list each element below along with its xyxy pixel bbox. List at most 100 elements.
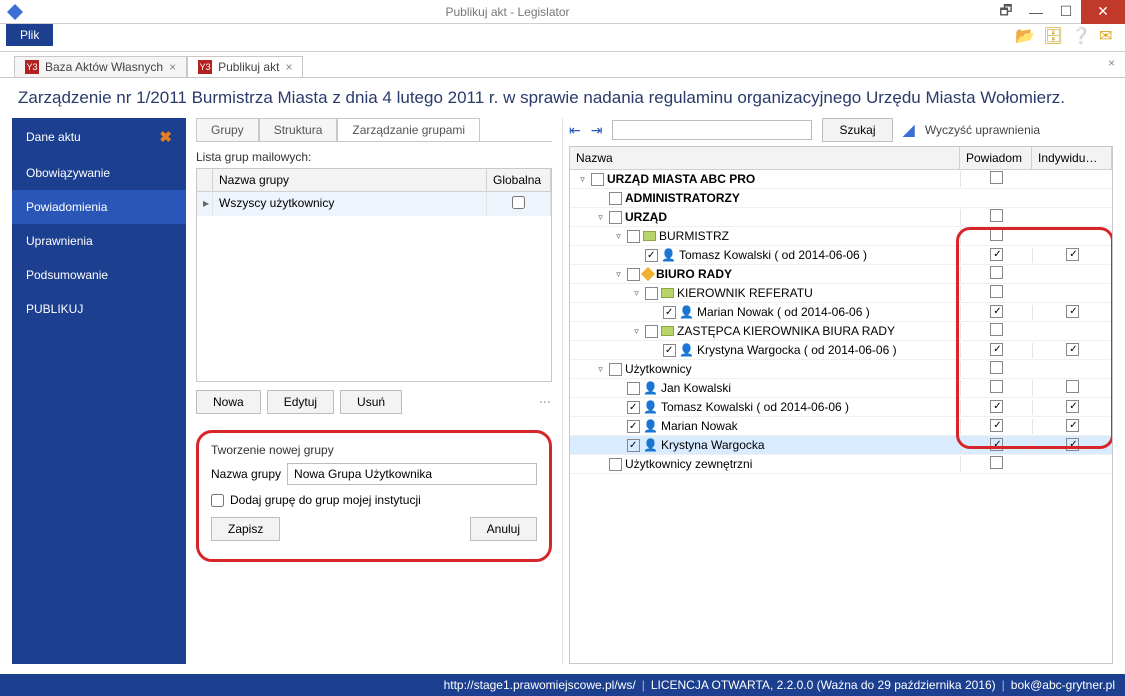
tree-search-button[interactable]: Szukaj [822, 118, 892, 142]
collapse-all-icon[interactable]: ⇤ [569, 122, 581, 139]
tab-close-icon[interactable]: × [285, 60, 292, 74]
eraser-icon[interactable]: ◢ [903, 120, 915, 140]
menu-plik[interactable]: Plik [6, 24, 53, 46]
edit-group-button[interactable]: Edytuj [267, 390, 334, 414]
toolbar-mail-icon[interactable]: ✉ [1099, 26, 1117, 44]
tab-publikuj-akt[interactable]: Y3 Publikuj akt × [187, 56, 303, 77]
window-maximize-icon[interactable]: ☐ [1051, 0, 1081, 24]
tree-row-checkbox[interactable] [609, 211, 622, 224]
toolbar-archive-icon[interactable]: 🗄 [1043, 26, 1061, 44]
sidebar-item-uprawnienia[interactable]: Uprawnienia [12, 224, 186, 258]
subtab-struktura[interactable]: Struktura [259, 118, 338, 141]
save-group-button[interactable]: Zapisz [211, 517, 280, 541]
tree-row-checkbox[interactable] [627, 382, 640, 395]
tree-col-name[interactable]: Nazwa [570, 147, 960, 169]
add-to-institution-checkbox[interactable] [211, 494, 224, 507]
expander-icon[interactable]: ▿ [631, 288, 642, 299]
tree-row[interactable]: 👤Marian Nowak ( od 2014-06-06 ) [570, 303, 1112, 322]
tree-row[interactable]: Użytkownicy zewnętrzni [570, 455, 1112, 474]
maillist-col-global[interactable]: Globalna [487, 169, 551, 191]
new-group-button[interactable]: Nowa [196, 390, 261, 414]
individual-checkbox[interactable] [1066, 438, 1079, 451]
sidebar-item-publikuj[interactable]: PUBLIKUJ [12, 292, 186, 326]
expander-icon[interactable]: ▿ [613, 269, 624, 280]
delete-group-button[interactable]: Usuń [340, 390, 402, 414]
toolbar-open-icon[interactable]: 📂 [1015, 26, 1033, 44]
individual-checkbox[interactable] [1066, 248, 1079, 261]
close-all-tabs-icon[interactable]: × [1108, 56, 1115, 70]
sidebar-item-obowiazywanie[interactable]: Obowiązywanie [12, 156, 186, 190]
sidebar-item-powiadomienia[interactable]: Powiadomienia [12, 190, 186, 224]
group-name-input[interactable] [287, 463, 537, 485]
tree-col-individual[interactable]: Indywidu… [1032, 147, 1112, 169]
notify-checkbox[interactable] [990, 438, 1003, 451]
notify-checkbox[interactable] [990, 400, 1003, 413]
tree-row[interactable]: ▿URZĄD [570, 208, 1112, 227]
tree-row[interactable]: ▿Użytkownicy [570, 360, 1112, 379]
tree-row-checkbox[interactable] [627, 401, 640, 414]
subtab-zarzadzanie-grupami[interactable]: Zarządzanie grupami [337, 118, 480, 141]
expand-all-icon[interactable]: ⇥ [591, 122, 603, 139]
tree-row[interactable]: 👤Tomasz Kowalski ( od 2014-06-06 ) [570, 398, 1112, 417]
tree-row-checkbox[interactable] [645, 287, 658, 300]
window-close-icon[interactable]: ✕ [1081, 0, 1125, 24]
tree-row-checkbox[interactable] [591, 173, 604, 186]
tree-row[interactable]: 👤Krystyna Wargocka [570, 436, 1112, 455]
tree-row-checkbox[interactable] [627, 268, 640, 281]
tree-row[interactable]: 👤Jan Kowalski [570, 379, 1112, 398]
tab-baza-aktow[interactable]: Y3 Baza Aktów Własnych × [14, 56, 187, 77]
expander-icon[interactable]: ▿ [631, 326, 642, 337]
tree-search-input[interactable] [612, 120, 812, 140]
subtab-grupy[interactable]: Grupy [196, 118, 259, 141]
notify-checkbox[interactable] [990, 285, 1003, 298]
tree-row[interactable]: ▿KIEROWNIK REFERATU [570, 284, 1112, 303]
tree-row-checkbox[interactable] [645, 249, 658, 262]
maillist-global-checkbox[interactable] [512, 196, 525, 209]
notify-checkbox[interactable] [990, 305, 1003, 318]
expander-icon[interactable]: ▿ [595, 364, 606, 375]
sidebar-item-podsumowanie[interactable]: Podsumowanie [12, 258, 186, 292]
more-options-icon[interactable]: ⋮ [538, 396, 552, 408]
sidebar-close-icon[interactable]: ✖ [159, 128, 172, 146]
individual-checkbox[interactable] [1066, 419, 1079, 432]
tree-row-checkbox[interactable] [609, 192, 622, 205]
tree-row[interactable]: ▿ZASTĘPCA KIEROWNIKA BIURA RADY [570, 322, 1112, 341]
maillist-row[interactable]: ▸ Wszyscy użytkownicy [197, 192, 551, 216]
notify-checkbox[interactable] [990, 228, 1003, 241]
maillist-col-name[interactable]: Nazwa grupy [213, 169, 487, 191]
tree-row-checkbox[interactable] [627, 439, 640, 452]
tree-row-checkbox[interactable] [645, 325, 658, 338]
notify-checkbox[interactable] [990, 419, 1003, 432]
tree-row-checkbox[interactable] [609, 458, 622, 471]
tree-row[interactable]: ▿BURMISTRZ [570, 227, 1112, 246]
notify-checkbox[interactable] [990, 380, 1003, 393]
notify-checkbox[interactable] [990, 248, 1003, 261]
tree-row[interactable]: 👤Tomasz Kowalski ( od 2014-06-06 ) [570, 246, 1112, 265]
individual-checkbox[interactable] [1066, 400, 1079, 413]
individual-checkbox[interactable] [1066, 305, 1079, 318]
tree-row[interactable]: 👤Krystyna Wargocka ( od 2014-06-06 ) [570, 341, 1112, 360]
tree-row[interactable]: ▿BIURO RADY [570, 265, 1112, 284]
tree-row[interactable]: 👤Marian Nowak [570, 417, 1112, 436]
notify-checkbox[interactable] [990, 209, 1003, 222]
tree-col-notify[interactable]: Powiadom [960, 147, 1032, 169]
tree-row-checkbox[interactable] [663, 344, 676, 357]
individual-checkbox[interactable] [1066, 343, 1079, 356]
tree-row-checkbox[interactable] [627, 230, 640, 243]
individual-checkbox[interactable] [1066, 380, 1079, 393]
notify-checkbox[interactable] [990, 343, 1003, 356]
notify-checkbox[interactable] [990, 323, 1003, 336]
expander-icon[interactable]: ▿ [577, 174, 588, 185]
notify-checkbox[interactable] [990, 266, 1003, 279]
tree-row-checkbox[interactable] [609, 363, 622, 376]
tree-row-checkbox[interactable] [627, 420, 640, 433]
tree-row[interactable]: ▿URZĄD MIASTA ABC PRO [570, 170, 1112, 189]
window-minimize-icon[interactable]: — [1021, 0, 1051, 24]
window-restore-small-icon[interactable]: 🗗 [991, 0, 1021, 24]
expander-icon[interactable]: ▿ [613, 231, 624, 242]
sidebar-item-dane-aktu[interactable]: Dane aktu ✖ [12, 118, 186, 156]
clear-permissions-link[interactable]: Wyczyść uprawnienia [925, 123, 1040, 137]
expander-icon[interactable]: ▿ [595, 212, 606, 223]
toolbar-help-icon[interactable]: ❔ [1071, 26, 1089, 44]
notify-checkbox[interactable] [990, 456, 1003, 469]
